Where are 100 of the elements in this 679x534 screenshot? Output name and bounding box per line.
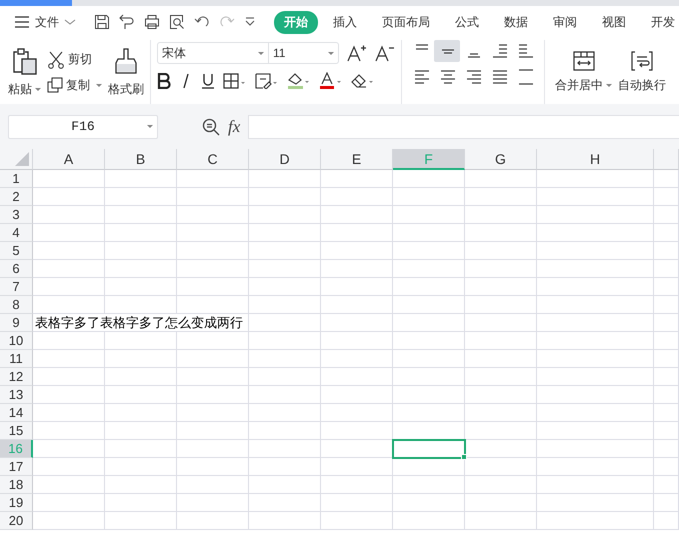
table-cell[interactable] bbox=[105, 224, 177, 242]
ribbon-tab[interactable]: 数据 bbox=[494, 10, 538, 34]
save-icon[interactable] bbox=[94, 14, 110, 30]
table-cell[interactable] bbox=[177, 494, 249, 512]
table-cell[interactable] bbox=[33, 440, 105, 458]
table-cell[interactable] bbox=[321, 224, 393, 242]
table-cell[interactable] bbox=[105, 476, 177, 494]
table-cell[interactable] bbox=[321, 404, 393, 422]
ribbon-tab[interactable]: 插入 bbox=[323, 10, 367, 34]
font-size-field[interactable]: 11 bbox=[269, 42, 339, 64]
table-cell[interactable]: 表格字多了表格字多了怎么变成两行 bbox=[33, 314, 249, 332]
table-cell[interactable] bbox=[465, 260, 537, 278]
table-cell[interactable] bbox=[321, 458, 393, 476]
table-cell[interactable] bbox=[537, 476, 654, 494]
table-cell[interactable] bbox=[654, 188, 679, 206]
column-header[interactable]: C bbox=[177, 149, 249, 170]
table-cell[interactable] bbox=[105, 422, 177, 440]
table-cell[interactable] bbox=[321, 278, 393, 296]
table-cell[interactable] bbox=[393, 224, 465, 242]
table-cell[interactable] bbox=[33, 512, 105, 530]
column-header[interactable]: B bbox=[105, 149, 177, 170]
table-cell[interactable] bbox=[249, 422, 321, 440]
table-cell[interactable] bbox=[33, 458, 105, 476]
row-header[interactable]: 15 bbox=[0, 422, 33, 440]
table-cell[interactable] bbox=[654, 386, 679, 404]
table-cell[interactable] bbox=[105, 440, 177, 458]
cut-button[interactable]: 剪切 bbox=[47, 50, 102, 68]
table-cell[interactable] bbox=[465, 332, 537, 350]
table-cell[interactable] bbox=[465, 350, 537, 368]
increase-font-icon[interactable] bbox=[347, 44, 367, 62]
column-header[interactable] bbox=[654, 149, 679, 170]
copy-button[interactable]: 复制 bbox=[47, 76, 102, 94]
table-cell[interactable] bbox=[465, 404, 537, 422]
table-cell[interactable] bbox=[654, 260, 679, 278]
table-cell[interactable] bbox=[393, 458, 465, 476]
table-cell[interactable] bbox=[654, 422, 679, 440]
table-cell[interactable] bbox=[249, 404, 321, 422]
ribbon-tab[interactable]: 公式 bbox=[445, 10, 489, 34]
table-cell[interactable] bbox=[654, 170, 679, 188]
table-cell[interactable] bbox=[33, 242, 105, 260]
row-header[interactable]: 6 bbox=[0, 260, 33, 278]
table-cell[interactable] bbox=[654, 368, 679, 386]
table-cell[interactable] bbox=[33, 170, 105, 188]
table-cell[interactable] bbox=[105, 368, 177, 386]
border-icon[interactable] bbox=[223, 73, 247, 89]
table-cell[interactable] bbox=[249, 476, 321, 494]
fill-color-icon[interactable] bbox=[287, 72, 311, 90]
table-cell[interactable] bbox=[465, 242, 537, 260]
row-header[interactable]: 14 bbox=[0, 404, 33, 422]
table-cell[interactable] bbox=[177, 440, 249, 458]
table-cell[interactable] bbox=[537, 206, 654, 224]
table-cell[interactable] bbox=[537, 458, 654, 476]
table-cell[interactable] bbox=[393, 476, 465, 494]
table-cell[interactable] bbox=[393, 494, 465, 512]
table-cell[interactable] bbox=[249, 188, 321, 206]
table-cell[interactable] bbox=[33, 368, 105, 386]
table-cell[interactable] bbox=[465, 386, 537, 404]
table-cell[interactable] bbox=[465, 224, 537, 242]
table-cell[interactable] bbox=[465, 314, 537, 332]
table-cell[interactable] bbox=[537, 350, 654, 368]
table-cell[interactable] bbox=[177, 404, 249, 422]
table-cell[interactable] bbox=[177, 170, 249, 188]
table-cell[interactable] bbox=[654, 332, 679, 350]
table-cell[interactable] bbox=[537, 188, 654, 206]
table-cell[interactable] bbox=[393, 386, 465, 404]
table-cell[interactable] bbox=[249, 458, 321, 476]
document-tab[interactable] bbox=[0, 0, 72, 6]
table-cell[interactable] bbox=[537, 404, 654, 422]
table-cell[interactable] bbox=[393, 188, 465, 206]
table-cell[interactable] bbox=[249, 386, 321, 404]
table-cell[interactable] bbox=[177, 476, 249, 494]
table-cell[interactable] bbox=[654, 224, 679, 242]
table-cell[interactable] bbox=[465, 296, 537, 314]
table-cell[interactable] bbox=[393, 278, 465, 296]
formula-input-field[interactable] bbox=[248, 114, 679, 138]
table-cell[interactable] bbox=[105, 332, 177, 350]
table-cell[interactable] bbox=[321, 332, 393, 350]
table-cell[interactable] bbox=[537, 494, 654, 512]
table-cell[interactable] bbox=[105, 458, 177, 476]
dropdown-icon[interactable] bbox=[244, 16, 256, 28]
row-header[interactable]: 9 bbox=[0, 314, 33, 332]
row-header[interactable]: 2 bbox=[0, 188, 33, 206]
cell-style-icon[interactable] bbox=[255, 73, 279, 89]
table-cell[interactable] bbox=[249, 242, 321, 260]
column-header[interactable]: D bbox=[249, 149, 321, 170]
table-cell[interactable] bbox=[654, 296, 679, 314]
format-painter-button[interactable]: 格式刷 bbox=[108, 46, 144, 98]
table-cell[interactable] bbox=[465, 170, 537, 188]
column-header[interactable]: G bbox=[465, 149, 537, 170]
table-cell[interactable] bbox=[321, 170, 393, 188]
table-cell[interactable] bbox=[321, 512, 393, 530]
table-cell[interactable] bbox=[537, 260, 654, 278]
table-cell[interactable] bbox=[177, 296, 249, 314]
table-cell[interactable] bbox=[321, 368, 393, 386]
table-cell[interactable] bbox=[105, 296, 177, 314]
row-header[interactable]: 7 bbox=[0, 278, 33, 296]
row-header[interactable]: 4 bbox=[0, 224, 33, 242]
table-cell[interactable] bbox=[537, 170, 654, 188]
table-cell[interactable] bbox=[654, 314, 679, 332]
ribbon-tab[interactable]: 审阅 bbox=[543, 10, 587, 34]
